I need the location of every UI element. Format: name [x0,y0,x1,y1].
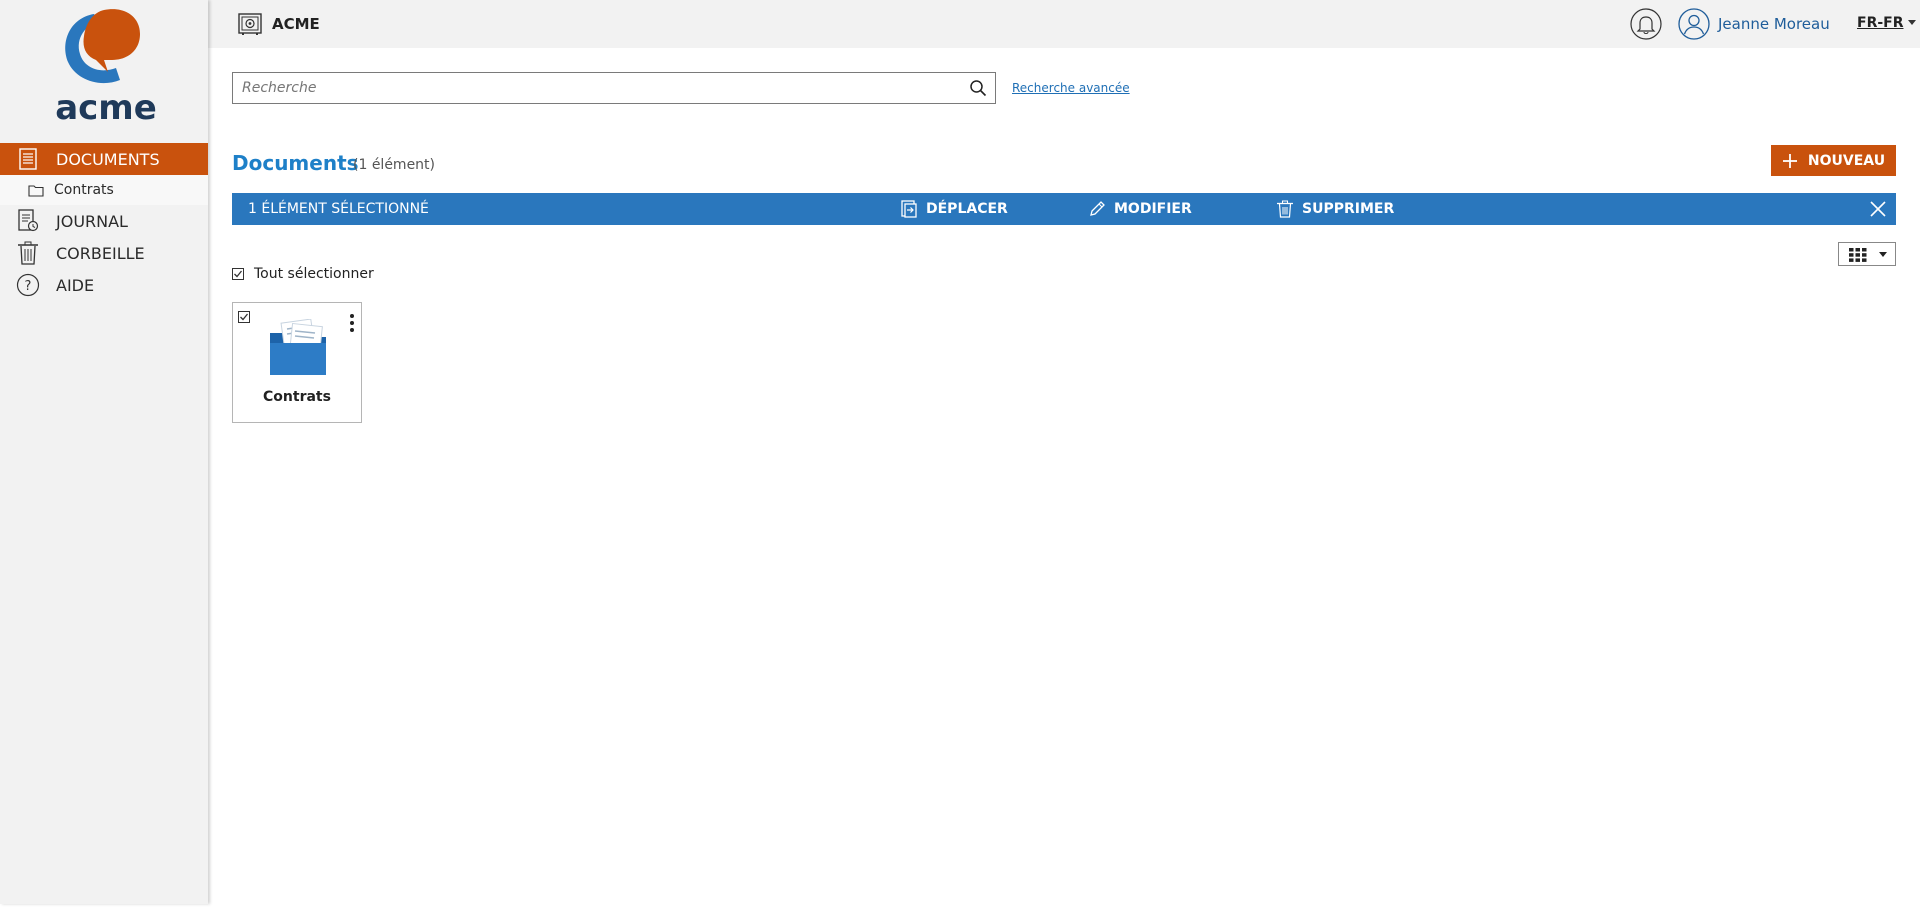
user-circle-icon[interactable] [1678,8,1710,40]
search-box [232,72,996,104]
user-name[interactable]: Jeanne Moreau [1718,15,1830,33]
edit-label: MODIFIER [1114,201,1192,217]
new-button-label: NOUVEAU [1807,152,1886,169]
acme-logo[interactable]: acme [54,6,158,128]
journal-icon [16,209,40,233]
grid-view-icon [1849,247,1867,262]
bell-icon[interactable] [1630,8,1662,40]
sidebar-nav: DOCUMENTS Contrats JOURNAL CORBEILLE ? A… [0,143,208,301]
checkbox-checked-icon[interactable] [238,308,250,323]
selection-count: 1 ÉLÉMENT SÉLECTIONNÉ [248,201,429,217]
page-title: Documents [232,151,359,175]
help-circle-icon: ? [16,273,40,297]
close-icon[interactable] [1870,201,1886,217]
sidebar: acme DOCUMENTS Contrats JOURNAL CORBEILL… [0,0,208,904]
sidebar-item-label: AIDE [56,275,95,295]
sidebar-item-label: Contrats [54,182,114,198]
delete-label: SUPPRIMER [1302,201,1395,217]
new-button[interactable]: NOUVEAU [1771,145,1896,176]
select-all[interactable]: Tout sélectionner [232,266,374,282]
folder-card[interactable]: Contrats [232,302,362,423]
delete-button[interactable]: SUPPRIMER [1276,199,1394,219]
workspace-name: ACME [272,15,320,33]
selection-bar: 1 ÉLÉMENT SÉLECTIONNÉ DÉPLACER MODIFIER … [232,193,1896,225]
pencil-icon [1088,200,1106,218]
sidebar-item-aide[interactable]: ? AIDE [0,269,208,301]
trash-icon [16,241,40,265]
top-bar: ACME Jeanne Moreau FR-FR [208,0,1920,48]
safe-icon [238,12,262,36]
select-all-label: Tout sélectionner [254,266,374,282]
move-label: DÉPLACER [926,201,1008,217]
plus-icon [1782,153,1798,169]
folder-icon [267,318,329,377]
sidebar-item-label: JOURNAL [56,211,128,231]
folder-outline-icon [28,182,46,198]
chevron-down-icon[interactable] [1908,20,1916,25]
edit-button[interactable]: MODIFIER [1088,199,1192,219]
sidebar-item-journal[interactable]: JOURNAL [0,205,208,237]
document-list-icon [16,147,40,171]
sidebar-item-label: DOCUMENTS [56,149,160,169]
more-options-icon[interactable] [349,313,355,333]
search-input[interactable] [233,73,933,103]
chevron-down-icon [1879,251,1887,257]
search-icon[interactable] [969,79,987,97]
logo-wordmark: acme [55,88,157,128]
move-icon [900,200,918,218]
item-count: (1 élément) [353,157,436,173]
sidebar-item-label: CORBEILLE [56,243,145,263]
logo-mark-icon [65,9,140,84]
sidebar-item-documents[interactable]: DOCUMENTS [0,143,208,175]
sidebar-item-contrats[interactable]: Contrats [0,175,208,205]
checkbox-checked-icon[interactable] [232,268,244,280]
folder-name: Contrats [263,389,331,405]
move-button[interactable]: DÉPLACER [900,199,1008,219]
view-mode-toggle[interactable] [1838,242,1896,266]
advanced-search-link[interactable]: Recherche avancée [1012,81,1130,95]
svg-text:?: ? [25,279,32,294]
language-selector[interactable]: FR-FR [1857,15,1904,31]
sidebar-item-corbeille[interactable]: CORBEILLE [0,237,208,269]
trash-icon [1276,200,1294,218]
